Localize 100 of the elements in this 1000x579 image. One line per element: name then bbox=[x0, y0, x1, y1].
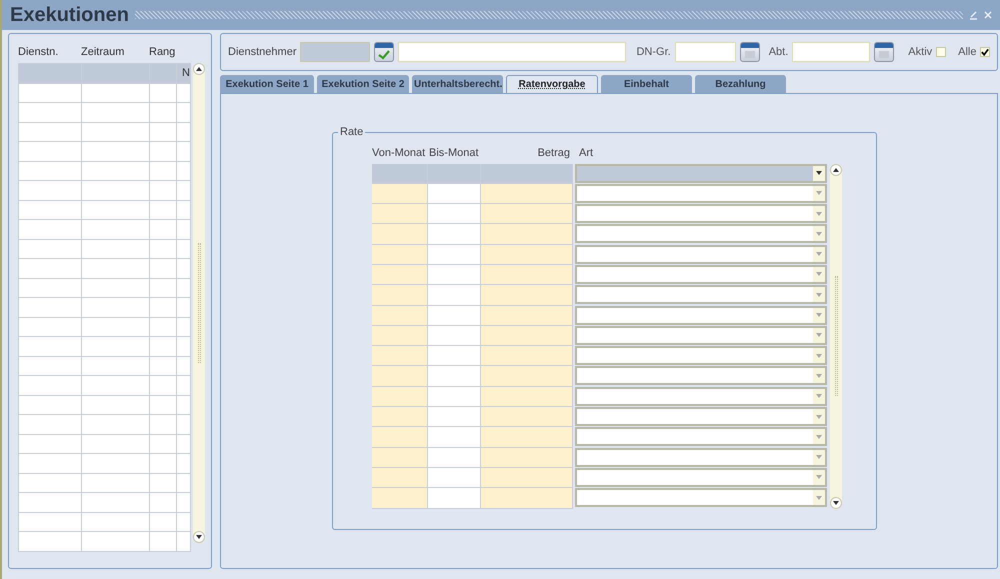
dropdown-arrow-icon bbox=[816, 354, 822, 358]
table-row[interactable] bbox=[19, 298, 191, 318]
scrollbar[interactable] bbox=[193, 63, 205, 543]
type-dropdown[interactable] bbox=[575, 326, 827, 345]
type-dropdown[interactable] bbox=[575, 366, 827, 386]
scroll-up-icon[interactable] bbox=[196, 67, 202, 71]
dropdown-arrow-icon bbox=[816, 171, 822, 175]
type-dropdown[interactable] bbox=[575, 346, 827, 366]
dropdown-arrow-icon bbox=[816, 496, 822, 500]
scrollbar[interactable] bbox=[830, 164, 842, 508]
tab[interactable]: Bezahlung bbox=[695, 75, 786, 93]
minimize-icon[interactable] bbox=[969, 10, 978, 20]
table-row[interactable] bbox=[372, 306, 827, 326]
table-row[interactable] bbox=[372, 427, 827, 448]
column-header: Zeitraum bbox=[81, 44, 126, 60]
type-dropdown[interactable] bbox=[575, 204, 827, 224]
dropdown-arrow-icon bbox=[816, 475, 822, 480]
dropdown-arrow-icon bbox=[816, 252, 822, 256]
column-header: Von-Monat bbox=[372, 146, 426, 161]
table-row[interactable] bbox=[372, 285, 827, 306]
table-row[interactable] bbox=[19, 474, 191, 493]
group-title: Rate bbox=[339, 125, 364, 140]
table-row[interactable] bbox=[372, 204, 827, 224]
type-dropdown[interactable] bbox=[575, 386, 827, 406]
table-row[interactable] bbox=[19, 200, 191, 220]
table-row[interactable] bbox=[372, 224, 827, 245]
table-row[interactable] bbox=[19, 532, 191, 552]
scroll-down-icon[interactable] bbox=[196, 535, 202, 539]
table-row[interactable] bbox=[19, 454, 191, 474]
tab[interactable]: Unterhaltsberecht. bbox=[412, 75, 503, 93]
calendar-check-button[interactable] bbox=[374, 42, 394, 62]
table-row[interactable] bbox=[372, 264, 827, 286]
dropdown-arrow-icon bbox=[816, 434, 822, 439]
table-row[interactable] bbox=[372, 488, 827, 509]
table-row[interactable] bbox=[19, 396, 191, 415]
type-dropdown[interactable] bbox=[575, 264, 827, 284]
type-dropdown[interactable] bbox=[575, 244, 827, 264]
table-row[interactable] bbox=[372, 326, 827, 346]
table-row[interactable] bbox=[19, 278, 191, 298]
dropdown-arrow-icon bbox=[816, 272, 822, 276]
dropdown-arrow-icon bbox=[816, 333, 822, 338]
dropdown-arrow-icon bbox=[816, 212, 822, 216]
dropdown-arrow-icon bbox=[816, 191, 822, 196]
type-dropdown[interactable] bbox=[575, 427, 827, 446]
table-row[interactable] bbox=[19, 434, 191, 454]
checkbox[interactable] bbox=[980, 47, 990, 57]
table-row[interactable] bbox=[19, 240, 191, 259]
dropdown-arrow-icon bbox=[816, 394, 822, 398]
table-row[interactable] bbox=[372, 468, 827, 488]
table-row[interactable] bbox=[372, 407, 827, 428]
dropdown-arrow-icon bbox=[816, 414, 822, 419]
table-row[interactable] bbox=[19, 220, 191, 240]
type-dropdown[interactable] bbox=[575, 407, 827, 426]
table-row[interactable] bbox=[19, 337, 191, 356]
table-row[interactable] bbox=[19, 512, 191, 532]
table-row[interactable] bbox=[19, 356, 191, 376]
table-row[interactable] bbox=[19, 181, 191, 200]
type-dropdown[interactable] bbox=[575, 306, 827, 325]
table-row[interactable] bbox=[19, 142, 191, 162]
type-dropdown[interactable] bbox=[575, 184, 827, 203]
tab[interactable]: Exekution Seite 1 bbox=[220, 75, 314, 93]
group-field[interactable] bbox=[674, 42, 736, 62]
calendar-button[interactable] bbox=[740, 42, 760, 62]
checkbox-label: Aktiv bbox=[908, 44, 932, 60]
table-row[interactable] bbox=[372, 244, 827, 265]
employee-name-field[interactable] bbox=[398, 42, 626, 62]
table-row[interactable] bbox=[19, 162, 191, 181]
scroll-up-icon[interactable] bbox=[833, 168, 839, 172]
type-dropdown[interactable] bbox=[575, 488, 827, 508]
table-row[interactable] bbox=[372, 346, 827, 366]
table-row[interactable] bbox=[19, 318, 191, 337]
table-row[interactable] bbox=[19, 103, 191, 122]
field-label: DN-Gr. bbox=[636, 44, 671, 60]
close-icon[interactable] bbox=[984, 11, 992, 19]
type-dropdown[interactable] bbox=[575, 224, 827, 244]
table-row[interactable] bbox=[372, 184, 827, 204]
table-row[interactable] bbox=[372, 448, 827, 468]
calendar-button[interactable] bbox=[874, 42, 894, 62]
table-row[interactable] bbox=[19, 84, 191, 103]
field-label: Abt. bbox=[768, 44, 788, 60]
table-row[interactable] bbox=[19, 415, 191, 434]
table-row[interactable] bbox=[19, 122, 191, 142]
table-row[interactable] bbox=[372, 164, 827, 184]
department-field[interactable] bbox=[792, 42, 870, 62]
table-row[interactable] bbox=[372, 366, 827, 387]
tab[interactable]: Einbehalt bbox=[601, 75, 692, 93]
table-row[interactable]: N bbox=[19, 64, 191, 84]
table-row[interactable] bbox=[19, 493, 191, 512]
employee-number-field[interactable] bbox=[300, 42, 370, 62]
type-dropdown[interactable] bbox=[575, 468, 827, 487]
scroll-down-icon[interactable] bbox=[833, 500, 839, 504]
type-dropdown[interactable] bbox=[575, 285, 827, 304]
type-dropdown[interactable] bbox=[575, 164, 827, 182]
column-header: N bbox=[182, 66, 190, 81]
tab[interactable]: Ratenvorgabe bbox=[506, 75, 598, 93]
table-row[interactable] bbox=[19, 376, 191, 396]
type-dropdown[interactable] bbox=[575, 448, 827, 467]
table-row[interactable] bbox=[19, 259, 191, 278]
table-row[interactable] bbox=[372, 386, 827, 408]
tab[interactable]: Exekution Seite 2 bbox=[317, 75, 409, 93]
